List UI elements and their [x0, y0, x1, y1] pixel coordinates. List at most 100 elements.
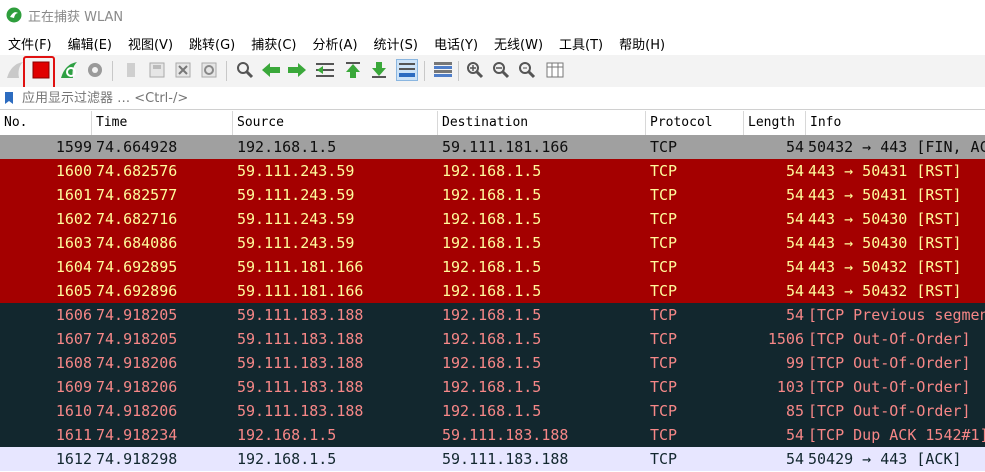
packet-cell-info: [TCP Dup ACK 1542#1] — [808, 426, 985, 444]
packet-cell-no: 1610 — [55, 402, 92, 420]
restart-capture-icon[interactable] — [58, 59, 80, 81]
open-file-icon[interactable] — [120, 59, 142, 81]
column-header-destination[interactable]: Destination — [438, 111, 646, 135]
packet-cell-dst: 192.168.1.5 — [442, 330, 542, 348]
menu-item-4[interactable]: 捕获(C) — [243, 34, 304, 53]
packet-cell-time: 74.918234 — [96, 426, 178, 444]
packet-row[interactable]: 1609 74.918206 59.111.183.188 192.168.1.5 TC… — [0, 375, 985, 399]
packet-cell-info: 443 → 50432 [RST] — [808, 282, 962, 300]
capture-options-gear-icon[interactable] — [84, 59, 106, 81]
packet-cell-proto: TCP — [650, 258, 678, 276]
menu-item-9[interactable]: 工具(T) — [551, 34, 611, 53]
menu-item-6[interactable]: 统计(S) — [366, 34, 426, 53]
title-bar: 正在捕获 WLAN — [0, 0, 985, 30]
packet-cell-dst: 192.168.1.5 — [442, 354, 542, 372]
packet-row[interactable]: 1605 74.692896 59.111.181.166 192.168.1.5 TC… — [0, 279, 985, 303]
reload-file-icon[interactable] — [198, 59, 220, 81]
packet-cell-no: 1605 — [55, 282, 92, 300]
autoscroll-icon[interactable] — [396, 59, 418, 81]
packet-cell-dst: 192.168.1.5 — [442, 378, 542, 396]
menu-bar: 文件(F) 编辑(E) 视图(V) 跳转(G) 捕获(C) 分析(A) 统计(S) 电话(Y)… — [0, 31, 985, 55]
packet-row[interactable]: 1606 74.918205 59.111.183.188 192.168.1.5 TC… — [0, 303, 985, 327]
packet-row[interactable]: 1608 74.918206 59.111.183.188 192.168.1.5 TC… — [0, 351, 985, 375]
packet-row[interactable]: 1607 74.918205 59.111.183.188 192.168.1.5 TC… — [0, 327, 985, 351]
packet-cell-src: 59.111.243.59 — [237, 186, 355, 204]
packet-row[interactable]: 1600 74.682576 59.111.243.59 192.168.1.5 TCP… — [0, 159, 985, 183]
bookmark-icon[interactable] — [4, 91, 14, 105]
packet-row[interactable]: 1611 74.918234 192.168.1.5 59.111.183.188 TC… — [0, 423, 985, 447]
packet-cell-info: [TCP Out-Of-Order] — [808, 402, 971, 420]
packet-cell-proto: TCP — [650, 306, 678, 324]
column-header-info[interactable]: Info — [806, 111, 985, 135]
packet-cell-len: 54 — [785, 234, 804, 252]
resize-columns-icon[interactable] — [544, 59, 566, 81]
packet-cell-src: 59.111.183.188 — [237, 378, 364, 396]
column-header-protocol[interactable]: Protocol — [646, 111, 744, 135]
packet-cell-no: 1602 — [55, 210, 92, 228]
packet-cell-no: 1600 — [55, 162, 92, 180]
menu-item-2[interactable]: 视图(V) — [120, 34, 181, 53]
packet-cell-src: 59.111.181.166 — [237, 258, 364, 276]
packet-cell-no: 1611 — [55, 426, 92, 444]
packet-cell-dst: 192.168.1.5 — [442, 402, 542, 420]
find-packet-icon[interactable] — [234, 59, 256, 81]
packet-cell-dst: 59.111.183.188 — [442, 450, 569, 468]
packet-cell-proto: TCP — [650, 378, 678, 396]
close-file-icon[interactable] — [172, 59, 194, 81]
packet-cell-time: 74.918206 — [96, 378, 178, 396]
packet-cell-time: 74.918298 — [96, 450, 178, 468]
menu-item-1[interactable]: 编辑(E) — [60, 34, 120, 53]
packet-list-header: No. Time Source Destination Protocol Len… — [0, 111, 985, 136]
packet-cell-proto: TCP — [650, 402, 678, 420]
column-header-length[interactable]: Length — [744, 111, 806, 135]
packet-row[interactable]: 1599 74.664928 192.168.1.5 59.111.181.166 TC… — [0, 135, 985, 159]
packet-cell-src: 59.111.183.188 — [237, 306, 364, 324]
packet-cell-time: 74.692896 — [96, 282, 178, 300]
packet-cell-info: 443 → 50432 [RST] — [808, 258, 962, 276]
packet-cell-src: 59.111.243.59 — [237, 234, 355, 252]
zoom-out-icon[interactable] — [490, 59, 512, 81]
packet-row[interactable]: 1610 74.918206 59.111.183.188 192.168.1.5 TC… — [0, 399, 985, 423]
column-header-no[interactable]: No. — [0, 111, 92, 135]
packet-list: 1599 74.664928 192.168.1.5 59.111.181.166 TC… — [0, 135, 985, 472]
go-back-arrow-icon[interactable] — [260, 59, 282, 81]
display-filter-bar — [0, 87, 985, 110]
display-filter-input[interactable] — [18, 89, 922, 107]
packet-row[interactable]: 1601 74.682577 59.111.243.59 192.168.1.5 TCP… — [0, 183, 985, 207]
packet-cell-time: 74.918205 — [96, 306, 178, 324]
colorize-icon[interactable] — [432, 59, 454, 81]
packet-cell-info: 50429 → 443 [ACK] — [808, 450, 962, 468]
menu-item-0[interactable]: 文件(F) — [0, 34, 60, 53]
save-file-icon[interactable] — [146, 59, 168, 81]
menu-item-5[interactable]: 分析(A) — [304, 34, 365, 53]
packet-row[interactable]: 1604 74.692895 59.111.181.166 192.168.1.5 TC… — [0, 255, 985, 279]
packet-cell-no: 1606 — [55, 306, 92, 324]
packet-cell-time: 74.684086 — [96, 234, 178, 252]
packet-cell-len: 85 — [785, 402, 804, 420]
packet-cell-len: 54 — [785, 186, 804, 204]
packet-row[interactable]: 1603 74.684086 59.111.243.59 192.168.1.5 TCP… — [0, 231, 985, 255]
go-to-packet-icon[interactable] — [314, 59, 336, 81]
packet-row[interactable]: 1602 74.682716 59.111.243.59 192.168.1.5 TCP… — [0, 207, 985, 231]
menu-item-8[interactable]: 无线(W) — [486, 34, 551, 53]
column-header-source[interactable]: Source — [233, 111, 438, 135]
packet-cell-info: 443 → 50431 [RST] — [808, 186, 962, 204]
zoom-normal-icon[interactable] — [516, 59, 538, 81]
menu-item-7[interactable]: 电话(Y) — [426, 34, 486, 53]
packet-cell-info: 443 → 50430 [RST] — [808, 234, 962, 252]
packet-cell-src: 59.111.181.166 — [237, 282, 364, 300]
packet-cell-len: 54 — [785, 450, 804, 468]
packet-row[interactable]: 1612 74.918298 192.168.1.5 59.111.183.188 TC… — [0, 447, 985, 471]
packet-cell-no: 1609 — [55, 378, 92, 396]
packet-cell-proto: TCP — [650, 162, 678, 180]
column-header-time[interactable]: Time — [92, 111, 233, 135]
menu-item-3[interactable]: 跳转(G) — [181, 34, 243, 53]
packet-cell-info: [TCP Out-Of-Order] — [808, 354, 971, 372]
zoom-in-icon[interactable] — [464, 59, 486, 81]
first-packet-icon[interactable] — [342, 59, 364, 81]
packet-cell-proto: TCP — [650, 282, 678, 300]
last-packet-icon[interactable] — [368, 59, 390, 81]
packet-cell-len: 99 — [785, 354, 804, 372]
go-forward-arrow-icon[interactable] — [286, 59, 308, 81]
menu-item-10[interactable]: 帮助(H) — [611, 34, 673, 53]
